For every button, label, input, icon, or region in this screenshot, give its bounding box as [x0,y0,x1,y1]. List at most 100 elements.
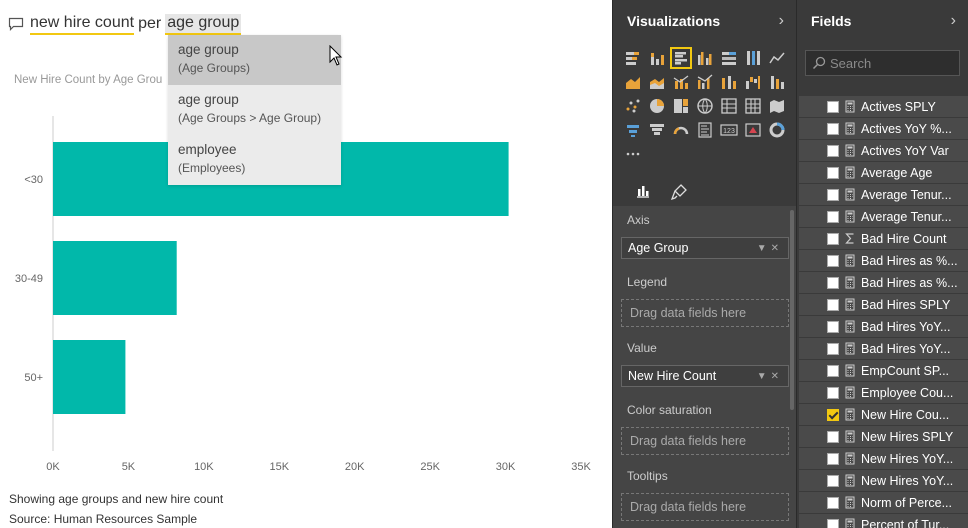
field-checkbox[interactable] [827,453,839,465]
field-list-item[interactable]: New Hires YoY... [799,470,968,492]
field-list-item[interactable]: Average Tenur... [799,206,968,228]
field-checkbox[interactable] [827,123,839,135]
field-checkbox[interactable] [827,431,839,443]
suggestion-item[interactable]: age group (Age Groups > Age Group) [168,85,341,135]
value-field-pill[interactable]: New Hire Count ▼✕ [621,365,789,387]
field-list-item[interactable]: Bad Hires YoY... [799,338,968,360]
axis-field-pill[interactable]: Age Group ▼✕ [621,237,789,259]
shape-map-icon[interactable] [621,118,645,142]
field-list-item[interactable]: Actives YoY %... [799,118,968,140]
ribbon-chart-icon[interactable] [717,70,741,94]
stacked-bar-chart-icon[interactable] [621,46,645,70]
scatter-chart-icon[interactable] [621,94,645,118]
field-checkbox[interactable] [827,167,839,179]
bar-chart-icon [637,185,649,198]
field-pill-controls[interactable]: ▼✕ [757,371,788,382]
tooltips-drop-zone[interactable]: Drag data fields here [621,493,789,521]
bar-30-49[interactable] [53,241,177,315]
donut-chart-icon[interactable] [765,118,789,142]
field-list-item[interactable]: New Hire Cou... [799,404,968,426]
line-and-stacked-column-icon[interactable] [669,70,693,94]
filled-map-icon[interactable] [765,94,789,118]
field-search-box[interactable] [805,50,960,76]
stacked-area-chart-icon[interactable] [645,70,669,94]
field-checkbox[interactable] [827,321,839,333]
field-list-item[interactable]: Bad Hires YoY... [799,316,968,338]
field-list-item[interactable]: Norm of Perce... [799,492,968,514]
field-name: Percent of Tur... [861,517,950,528]
field-name: Employee Cou... [861,385,954,400]
100-stacked-column-chart-icon[interactable] [741,46,765,70]
field-checkbox[interactable] [827,145,839,157]
multi-row-card-icon[interactable] [693,118,717,142]
wells-scrollbar[interactable] [790,210,794,410]
field-checkbox[interactable] [827,519,839,528]
field-list-item[interactable]: Employee Cou... [799,382,968,404]
card-icon[interactable]: 123 [717,118,741,142]
color-saturation-drop-zone[interactable]: Drag data fields here [621,427,789,455]
100-stacked-bar-chart-icon[interactable] [717,46,741,70]
field-checkbox[interactable] [827,211,839,223]
suggestion-dropdown: age group (Age Groups) age group (Age Gr… [168,35,341,185]
field-checkbox[interactable] [827,475,839,487]
more-visuals-icon[interactable] [621,142,645,166]
field-list-item[interactable]: Bad Hires as %... [799,250,968,272]
chevron-down-icon[interactable]: ▼ [757,371,771,382]
map-icon[interactable] [693,94,717,118]
qna-term-age-group[interactable]: age group [165,13,242,35]
field-list-item[interactable]: Actives YoY Var [799,140,968,162]
format-tab[interactable] [661,174,697,210]
suggestion-item[interactable]: age group (Age Groups) [168,35,341,85]
area-chart-icon[interactable] [621,70,645,94]
close-icon[interactable]: ✕ [771,371,783,382]
field-checkbox[interactable] [827,343,839,355]
legend-drop-zone[interactable]: Drag data fields here [621,299,789,327]
close-icon[interactable]: ✕ [771,243,783,254]
chevron-right-icon[interactable]: › [779,12,784,30]
field-checkbox[interactable] [827,101,839,113]
funnel-chart-icon[interactable] [765,70,789,94]
bar-50+[interactable] [53,340,126,414]
field-list-item[interactable]: Average Tenur... [799,184,968,206]
waterfall-chart-icon[interactable] [741,70,765,94]
gauge-icon[interactable] [669,118,693,142]
field-checkbox[interactable] [827,233,839,245]
field-list-item[interactable]: Percent of Tur... [799,514,968,528]
fields-tab[interactable] [625,174,661,210]
qna-term-per[interactable]: per [138,15,161,33]
matrix-icon[interactable] [741,94,765,118]
field-list-item[interactable]: New Hires YoY... [799,448,968,470]
field-checkbox[interactable] [827,299,839,311]
field-list-item[interactable]: Bad Hires SPLY [799,294,968,316]
clustered-bar-chart-icon[interactable] [669,46,693,70]
line-and-clustered-column-icon[interactable] [693,70,717,94]
field-list-item[interactable]: New Hires SPLY [799,426,968,448]
field-checkbox[interactable] [827,189,839,201]
funnel-icon[interactable] [645,118,669,142]
qna-question-box[interactable]: new hire count per age group [8,12,242,36]
treemap-icon[interactable] [669,94,693,118]
chevron-down-icon[interactable]: ▼ [757,243,771,254]
suggestion-item[interactable]: employee (Employees) [168,135,341,185]
field-checkbox[interactable] [827,387,839,399]
kpi-icon[interactable] [741,118,765,142]
qna-term-new-hire-count[interactable]: new hire count [30,14,135,35]
chevron-right-icon[interactable]: › [951,12,956,30]
field-checkbox[interactable] [827,255,839,267]
field-checkbox[interactable] [827,365,839,377]
field-list-item[interactable]: Average Age [799,162,968,184]
stacked-column-chart-icon[interactable] [645,46,669,70]
field-checkbox[interactable] [827,409,839,421]
clustered-column-chart-icon[interactable] [693,46,717,70]
pie-chart-icon[interactable] [645,94,669,118]
table-icon[interactable] [717,94,741,118]
field-list-item[interactable]: Bad Hire Count [799,228,968,250]
field-pill-controls[interactable]: ▼✕ [757,243,788,254]
field-checkbox[interactable] [827,277,839,289]
field-list-item[interactable]: EmpCount SP... [799,360,968,382]
search-input[interactable] [830,55,950,71]
field-list-item[interactable]: Bad Hires as %... [799,272,968,294]
line-chart-icon[interactable] [765,46,789,70]
field-checkbox[interactable] [827,497,839,509]
field-list-item[interactable]: Actives SPLY [799,96,968,118]
